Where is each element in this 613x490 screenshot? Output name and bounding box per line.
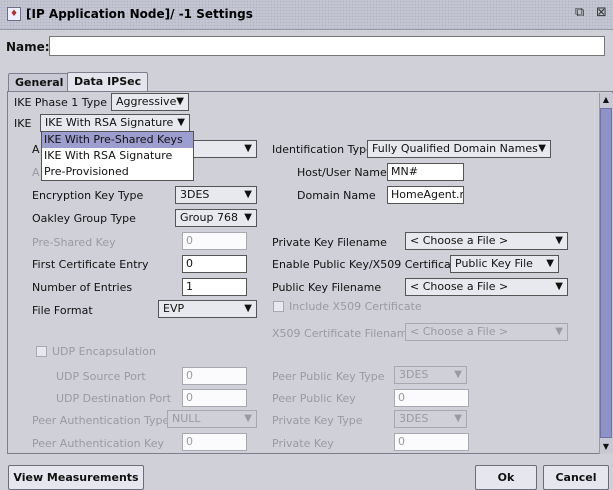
pre-shared-key-label: Pre-Shared Key	[32, 236, 116, 249]
number-of-entries-label: Number of Entries	[32, 281, 133, 294]
oakley-group-type-label: Oakley Group Type	[32, 212, 136, 225]
tab-general[interactable]: General	[8, 73, 71, 92]
chevron-down-icon: ▼	[244, 143, 252, 154]
private-key-type-label: Private Key Type	[272, 414, 363, 427]
private-key-input[interactable]: 0	[394, 433, 469, 451]
private-key-type-value: 3DES	[399, 412, 429, 425]
chevron-down-icon: ▼	[454, 369, 462, 380]
enable-public-key-value: Public Key File	[455, 257, 533, 270]
encryption-key-type-label: Encryption Key Type	[32, 189, 144, 202]
domain-name-label: Domain Name	[297, 189, 376, 202]
encryption-key-type-value: 3DES	[180, 188, 210, 201]
close-icon[interactable]: ⊠	[596, 5, 607, 20]
chevron-down-icon: ▼	[177, 117, 185, 128]
scroll-down-icon[interactable]: ▼	[600, 441, 612, 453]
peer-public-key-label: Peer Public Key	[272, 392, 356, 405]
x509-certificate-filename-select[interactable]: < Choose a File > ▼	[405, 323, 568, 341]
include-x509-checkbox[interactable]	[273, 301, 284, 312]
domain-name-input[interactable]: HomeAgent.net	[387, 186, 464, 204]
host-user-name-label: Host/User Name	[297, 166, 387, 179]
hidden-row1-label: A	[32, 143, 40, 156]
first-certificate-entry-input[interactable]: 0	[182, 255, 247, 273]
peer-authentication-type-value: NULL	[172, 412, 201, 425]
private-key-filename-select[interactable]: < Choose a File > ▼	[405, 232, 568, 250]
chevron-down-icon: ▼	[244, 212, 252, 223]
encryption-key-type-select[interactable]: 3DES ▼	[175, 186, 257, 204]
chevron-down-icon: ▼	[555, 326, 563, 337]
private-key-filename-label: Private Key Filename	[272, 236, 387, 249]
peer-authentication-key-input[interactable]: 0	[182, 433, 247, 451]
peer-authentication-key-label: Peer Authentication Key	[32, 437, 164, 450]
peer-authentication-type-select[interactable]: NULL ▼	[167, 410, 257, 428]
chevron-down-icon: ▼	[176, 96, 184, 107]
udp-encapsulation-label: UDP Encapsulation	[52, 345, 156, 358]
first-certificate-entry-label: First Certificate Entry	[32, 258, 149, 271]
tab-data-ipsec[interactable]: Data IPSec	[67, 72, 149, 92]
udp-destination-port-input[interactable]: 0	[182, 389, 247, 407]
identification-type-label: Identification Type	[272, 143, 373, 156]
peer-public-key-input[interactable]: 0	[394, 389, 469, 407]
include-x509-label: Include X509 Certificate	[289, 300, 422, 313]
oakley-group-type-value: Group 768	[180, 211, 238, 224]
ike-label: IKE	[14, 117, 32, 130]
identification-type-value: Fully Qualified Domain Names	[372, 142, 538, 155]
udp-source-port-input[interactable]: 0	[182, 367, 247, 385]
identification-type-select[interactable]: Fully Qualified Domain Names ▼	[367, 140, 551, 158]
x509-certificate-filename-value: < Choose a File >	[410, 325, 509, 338]
ok-button[interactable]: Ok	[475, 465, 537, 490]
ike-phase1-select[interactable]: Aggressive ▼	[111, 93, 189, 111]
pre-shared-key-input[interactable]: 0	[182, 232, 247, 250]
udp-encapsulation-checkbox[interactable]	[36, 346, 47, 357]
public-key-filename-value: < Choose a File >	[410, 280, 509, 293]
udp-destination-port-label: UDP Destination Port	[56, 392, 172, 405]
app-icon[interactable]: ♦	[7, 7, 21, 21]
public-key-filename-label: Public Key Filename	[272, 281, 382, 294]
oakley-group-type-select[interactable]: Group 768 ▼	[175, 209, 257, 227]
file-format-label: File Format	[32, 304, 93, 317]
ike-select[interactable]: IKE With RSA Signature ▼	[40, 114, 190, 132]
file-format-value: EVP	[163, 302, 185, 315]
public-key-filename-select[interactable]: < Choose a File > ▼	[405, 278, 568, 296]
chevron-down-icon: ▼	[454, 413, 462, 424]
chevron-down-icon: ▼	[244, 189, 252, 200]
ike-phase1-value: Aggressive	[116, 95, 177, 108]
scroll-thumb[interactable]	[600, 108, 612, 438]
ike-value: IKE With RSA Signature	[45, 116, 174, 129]
name-label: Name:	[6, 40, 50, 54]
view-measurements-button[interactable]: View Measurements	[8, 465, 144, 490]
chevron-down-icon: ▼	[244, 303, 252, 314]
ike-option-rsa-signature[interactable]: IKE With RSA Signature	[42, 148, 193, 164]
chevron-down-icon: ▼	[555, 235, 563, 246]
peer-public-key-type-label: Peer Public Key Type	[272, 370, 385, 383]
window-title: [IP Application Node]/ -1 Settings	[26, 7, 253, 21]
file-format-select[interactable]: EVP ▼	[158, 300, 257, 318]
peer-public-key-type-select[interactable]: 3DES ▼	[394, 366, 467, 384]
enable-public-key-label: Enable Public Key/X509 Certificate	[272, 258, 462, 271]
hidden-row2-label: A	[32, 166, 40, 179]
peer-public-key-type-value: 3DES	[399, 368, 429, 381]
ike-dropdown-list[interactable]: IKE With Pre-Shared Keys IKE With RSA Si…	[41, 131, 194, 181]
chevron-down-icon: ▼	[244, 413, 252, 424]
maximize-icon[interactable]: ⧉	[575, 5, 584, 20]
chevron-down-icon: ▼	[538, 143, 546, 154]
host-user-name-input[interactable]: MN#	[387, 163, 464, 181]
ike-option-pre-provisioned[interactable]: Pre-Provisioned	[42, 164, 193, 180]
number-of-entries-input[interactable]: 1	[182, 278, 247, 296]
private-key-type-select[interactable]: 3DES ▼	[394, 410, 467, 428]
peer-authentication-type-label: Peer Authentication Type	[32, 414, 170, 427]
udp-source-port-label: UDP Source Port	[56, 370, 146, 383]
enable-public-key-select[interactable]: Public Key File ▼	[450, 255, 559, 273]
cancel-button[interactable]: Cancel	[543, 465, 609, 490]
x509-certificate-filename-label: X509 Certificate Filename	[272, 327, 415, 340]
chevron-down-icon: ▼	[555, 281, 563, 292]
private-key-label: Private Key	[272, 437, 334, 450]
chevron-down-icon: ▼	[546, 258, 554, 269]
ike-phase1-label: IKE Phase 1 Type	[14, 96, 108, 109]
scroll-up-icon[interactable]: ▲	[600, 94, 612, 106]
name-input[interactable]	[49, 36, 605, 56]
private-key-filename-value: < Choose a File >	[410, 234, 509, 247]
ike-option-pre-shared-keys[interactable]: IKE With Pre-Shared Keys	[42, 132, 193, 148]
